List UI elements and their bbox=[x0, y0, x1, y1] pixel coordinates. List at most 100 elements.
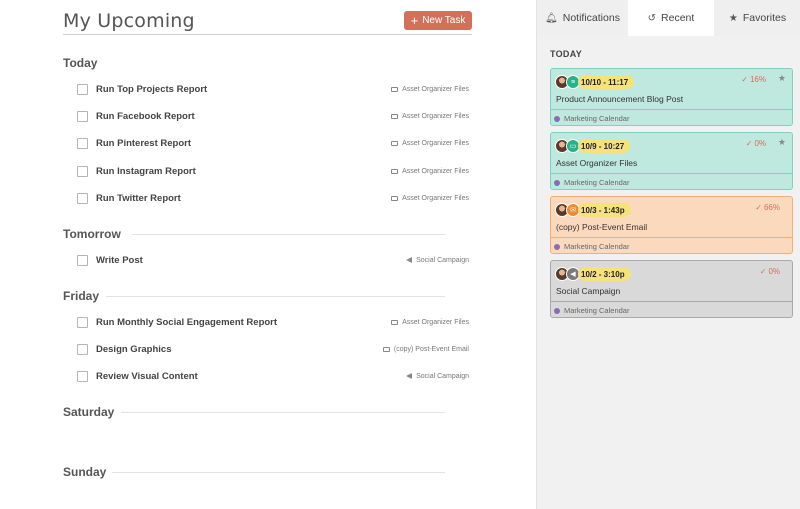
task-link-label: Asset Organizer Files bbox=[402, 167, 469, 175]
folder-icon bbox=[391, 113, 399, 119]
card-progress-value: 0% bbox=[754, 139, 766, 148]
task-name[interactable]: Run Top Projects Report bbox=[96, 84, 391, 95]
card-date: 10/3 - 1:43p bbox=[578, 203, 631, 217]
recent-card[interactable]: ✉ 10/3 - 1:43p ✓ 66% (copy) Post-Event Em… bbox=[550, 196, 793, 254]
task-link-label: Asset Organizer Files bbox=[402, 112, 469, 120]
section-label-today: TODAY bbox=[550, 49, 583, 59]
task-link-label: Social Campaign bbox=[416, 372, 469, 380]
card-progress: ✓ 0% bbox=[760, 267, 780, 276]
task-row: Review Visual Content Social Campaign bbox=[77, 369, 469, 383]
card-calendar-label: Marketing Calendar bbox=[564, 114, 630, 123]
task-link-label: Asset Organizer Files bbox=[402, 85, 469, 93]
day-header-saturday: Saturday bbox=[63, 405, 115, 419]
task-link[interactable]: Asset Organizer Files bbox=[391, 113, 469, 120]
task-name[interactable]: Run Monthly Social Engagement Report bbox=[96, 317, 391, 328]
favorite-star-icon[interactable]: ★ bbox=[778, 137, 786, 148]
folder-icon bbox=[391, 319, 399, 325]
check-icon: ✓ bbox=[741, 75, 748, 84]
recent-card[interactable]: ◀ 10/2 - 3:10p ✓ 0% Social Campaign Marke… bbox=[550, 260, 793, 318]
card-progress: ✓ 66% bbox=[755, 203, 780, 212]
task-name[interactable]: Run Facebook Report bbox=[96, 111, 391, 122]
task-link[interactable]: (copy) Post-Event Email bbox=[382, 346, 469, 353]
task-link[interactable]: Asset Organizer Files bbox=[391, 140, 469, 147]
task-link[interactable]: Asset Organizer Files bbox=[391, 319, 469, 326]
card-progress: ✓ 16% bbox=[741, 75, 766, 84]
recent-card[interactable]: ▭ 10/9 - 10:27 ✓ 0% ★ Asset Organizer Fil… bbox=[550, 132, 793, 190]
calendar-dot-icon bbox=[554, 115, 560, 122]
folder-icon bbox=[391, 140, 399, 146]
day-divider bbox=[121, 412, 445, 413]
card-calendar-label: Marketing Calendar bbox=[564, 242, 630, 251]
bell-icon: 🔔︎ bbox=[545, 12, 558, 24]
card-calendar[interactable]: Marketing Calendar bbox=[551, 109, 792, 125]
task-name[interactable]: Run Instagram Report bbox=[96, 166, 391, 177]
day-divider bbox=[132, 234, 445, 235]
task-link[interactable]: Social Campaign bbox=[406, 373, 469, 380]
recent-card[interactable]: ≡ 10/10 - 11:17 ✓ 16% ★ Product Announcem… bbox=[550, 68, 793, 126]
card-date: 10/10 - 11:17 bbox=[578, 75, 635, 89]
task-checkbox[interactable] bbox=[77, 83, 88, 95]
task-checkbox[interactable] bbox=[77, 137, 88, 149]
sidebar-tabs: 🔔︎ Notifications ↺ Recent ★ Favorites bbox=[537, 0, 800, 36]
task-link[interactable]: Asset Organizer Files bbox=[391, 86, 469, 93]
task-row: Run Instagram Report Asset Organizer Fil… bbox=[77, 164, 469, 178]
day-divider bbox=[106, 296, 445, 297]
task-link-label: Asset Organizer Files bbox=[402, 194, 469, 202]
day-header-sunday: Sunday bbox=[63, 465, 107, 479]
task-checkbox[interactable] bbox=[77, 343, 88, 355]
star-icon: ★ bbox=[728, 12, 738, 24]
calendar-dot-icon bbox=[554, 307, 560, 314]
task-name[interactable]: Write Post bbox=[96, 255, 406, 266]
task-link-label: Asset Organizer Files bbox=[402, 139, 469, 147]
card-title: (copy) Post-Event Email bbox=[556, 222, 648, 232]
task-row: Run Pinterest Report Asset Organizer Fil… bbox=[77, 136, 469, 150]
card-calendar[interactable]: Marketing Calendar bbox=[551, 301, 792, 317]
check-icon: ✓ bbox=[759, 267, 767, 276]
task-link[interactable]: Asset Organizer Files bbox=[391, 195, 469, 202]
folder-icon bbox=[391, 86, 399, 92]
task-checkbox[interactable] bbox=[77, 254, 88, 266]
task-name[interactable]: Design Graphics bbox=[96, 344, 383, 355]
task-name[interactable]: Review Visual Content bbox=[96, 371, 406, 382]
task-row: Design Graphics (copy) Post-Event Email bbox=[77, 342, 469, 356]
upcoming-panel: My Upcoming + New Task Today Run Top Pro… bbox=[0, 0, 536, 509]
task-checkbox[interactable] bbox=[77, 165, 88, 177]
card-title: Social Campaign bbox=[556, 286, 621, 296]
tab-label: Favorites bbox=[742, 12, 787, 24]
check-icon: ✓ bbox=[755, 203, 762, 212]
new-task-label: New Task bbox=[422, 15, 466, 26]
card-progress-value: 0% bbox=[768, 267, 780, 276]
task-row: Write Post Social Campaign bbox=[77, 253, 469, 267]
card-calendar-label: Marketing Calendar bbox=[564, 306, 630, 315]
card-calendar[interactable]: Marketing Calendar bbox=[551, 173, 792, 189]
favorite-star-icon[interactable]: ★ bbox=[778, 73, 786, 84]
task-checkbox[interactable] bbox=[77, 370, 88, 382]
tab-favorites[interactable]: ★ Favorites bbox=[714, 0, 800, 36]
task-link-label: Asset Organizer Files bbox=[402, 318, 469, 326]
card-calendar-label: Marketing Calendar bbox=[564, 178, 630, 187]
task-checkbox[interactable] bbox=[77, 316, 88, 328]
calendar-dot-icon bbox=[554, 243, 560, 250]
task-name[interactable]: Run Twitter Report bbox=[96, 193, 391, 204]
card-pill: ≡ 10/10 - 11:17 bbox=[555, 74, 635, 90]
tab-label: Recent bbox=[661, 12, 695, 24]
task-name[interactable]: Run Pinterest Report bbox=[96, 138, 391, 149]
task-row: Run Top Projects Report Asset Organizer … bbox=[77, 82, 469, 96]
card-pill: ▭ 10/9 - 10:27 bbox=[555, 138, 631, 154]
title-divider bbox=[63, 34, 472, 35]
task-link[interactable]: Social Campaign bbox=[406, 257, 469, 264]
task-row: Run Facebook Report Asset Organizer File… bbox=[77, 109, 469, 123]
task-checkbox[interactable] bbox=[77, 192, 88, 204]
card-title: Asset Organizer Files bbox=[556, 158, 638, 168]
task-link[interactable]: Asset Organizer Files bbox=[391, 168, 469, 175]
tab-recent[interactable]: ↺ Recent bbox=[628, 0, 714, 36]
day-divider bbox=[112, 472, 445, 473]
card-date: 10/2 - 3:10p bbox=[578, 267, 631, 281]
folder-icon bbox=[391, 195, 399, 201]
card-calendar[interactable]: Marketing Calendar bbox=[551, 237, 792, 253]
megaphone-icon bbox=[406, 257, 413, 263]
task-checkbox[interactable] bbox=[77, 110, 88, 122]
megaphone-icon bbox=[406, 373, 413, 379]
tab-notifications[interactable]: 🔔︎ Notifications bbox=[537, 0, 628, 36]
new-task-button[interactable]: + New Task bbox=[404, 11, 472, 30]
